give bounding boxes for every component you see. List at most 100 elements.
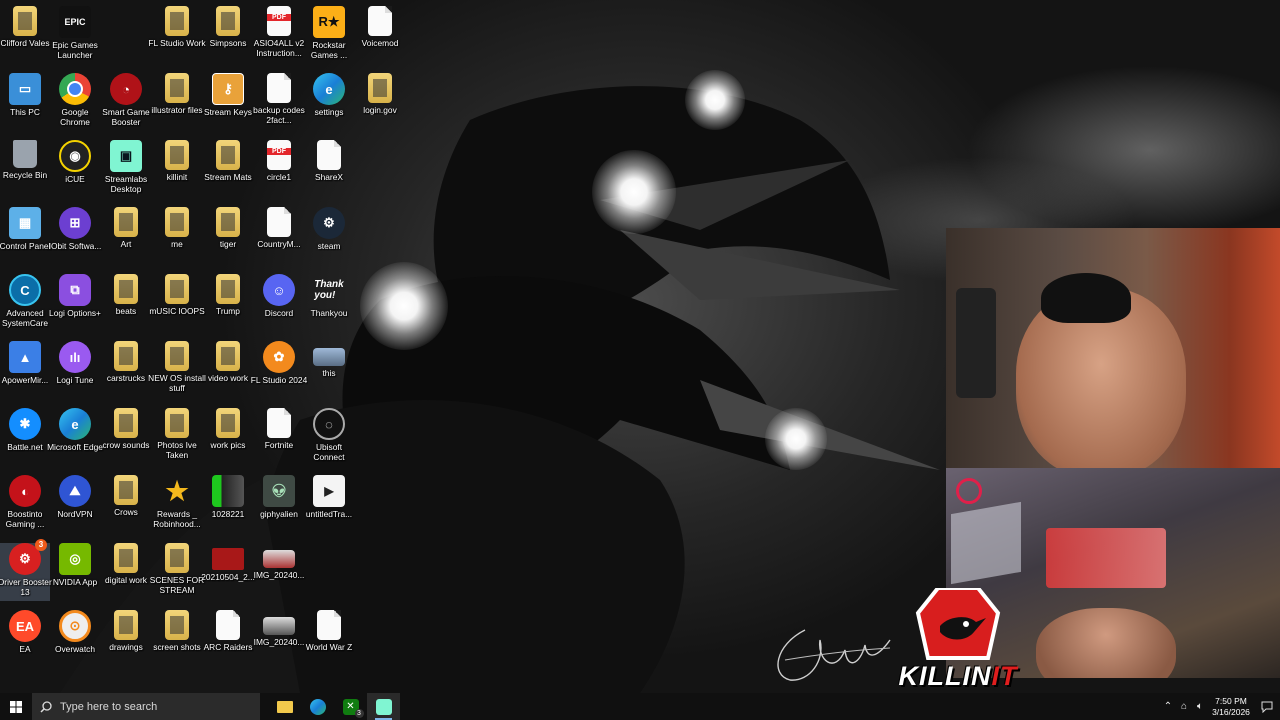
folder-icon bbox=[165, 543, 189, 573]
start-button[interactable] bbox=[0, 693, 32, 720]
taskbar-edge[interactable] bbox=[301, 693, 334, 720]
desktop-icon-tiger[interactable]: tiger bbox=[203, 207, 253, 273]
desktop-icon-fl-studio-2024[interactable]: ✿ FL Studio 2024 bbox=[251, 341, 307, 407]
desktop-icon-nvidia-app[interactable]: ◎ NVIDIA App bbox=[50, 543, 100, 609]
desktop-icon-scenes-for-stream[interactable]: SCENES FOR STREAM bbox=[150, 543, 204, 609]
battlenet-icon: ✱ bbox=[9, 408, 41, 440]
desktop-icon-settings[interactable]: e settings bbox=[304, 73, 354, 139]
volume-icon[interactable]: 🔈︎ bbox=[1192, 701, 1208, 712]
image-file-icon bbox=[212, 475, 244, 507]
desktop-icon-boostinto-gaming[interactable]: ◐ Boostinto Gaming ... bbox=[0, 475, 50, 541]
desktop-icon-asio4all[interactable]: PDF ASIO4ALL v2 Instruction... bbox=[254, 6, 304, 72]
desktop-icon-this[interactable]: this bbox=[304, 341, 354, 407]
desktop-icon-backup-codes[interactable]: backup codes 2fact... bbox=[253, 73, 305, 139]
pdf-icon: PDF bbox=[267, 6, 291, 36]
desktop-icon-logi-options[interactable]: ⧉ Logi Options+ bbox=[49, 274, 101, 340]
desktop-icon-google-chrome[interactable]: Google Chrome bbox=[50, 73, 100, 139]
notification-center-button[interactable] bbox=[1254, 701, 1280, 713]
desktop-icon-nordvpn[interactable]: ⛰ NordVPN bbox=[50, 475, 100, 541]
desktop-icon-ea[interactable]: EA EA bbox=[0, 610, 50, 676]
folder-icon bbox=[114, 610, 138, 640]
desktop-icon-screen-shots[interactable]: screen shots bbox=[152, 610, 202, 676]
desktop-icon-ubisoft-connect[interactable]: ◌ Ubisoft Connect bbox=[304, 408, 354, 474]
desktop-icon-battle-net[interactable]: ✱ Battle.net bbox=[0, 408, 50, 474]
taskbar-xbox[interactable]: ✕ 3 bbox=[334, 693, 367, 720]
desktop-icon-beats[interactable]: beats bbox=[101, 274, 151, 340]
desktop-icon-circle1[interactable]: PDF circle1 bbox=[254, 140, 304, 206]
desktop-icon-clifford-vales[interactable]: Clifford Vales bbox=[0, 6, 50, 72]
desktop-icon-countrym[interactable]: CountryM... bbox=[254, 207, 304, 273]
desktop-icon-carstrucks[interactable]: carstrucks bbox=[101, 341, 151, 407]
desktop-icon-fl-studio-work[interactable]: FL Studio Work bbox=[148, 6, 206, 72]
desktop-icon-iobit-software[interactable]: ⊞ IObit Softwa... bbox=[49, 207, 101, 273]
desktop-icon-giphyalien[interactable]: 👽︎ giphyalien bbox=[254, 475, 304, 541]
taskbar: Type here to search ✕ 3 ⌃ ⌂ 🔈︎ 7:50 PM 3/… bbox=[0, 693, 1280, 720]
desktop-icon-illustrator-files[interactable]: illustrator files bbox=[151, 73, 203, 139]
desktop-icon-me[interactable]: me bbox=[152, 207, 202, 273]
desktop-icon-stream-keys[interactable]: ⚷ Stream Keys bbox=[203, 73, 253, 139]
desktop-icon-1028221[interactable]: 1028221 bbox=[203, 475, 253, 541]
desktop-icon-untitled-track[interactable]: ▶ untitledTra... bbox=[304, 475, 354, 541]
desktop-icon-trump[interactable]: Trump bbox=[203, 274, 253, 340]
desktop-icon-crows[interactable]: Crows bbox=[101, 475, 151, 541]
logo-wordmark: KILLINIT bbox=[878, 661, 1038, 692]
desktop-icon-recycle-bin[interactable]: Recycle Bin bbox=[0, 140, 50, 206]
desktop-icon-logi-tune[interactable]: ılı Logi Tune bbox=[50, 341, 100, 407]
star-icon: ★ bbox=[165, 475, 189, 506]
desktop-icon-photos-ive-taken[interactable]: Photos Ive Taken bbox=[152, 408, 202, 474]
desktop-icon-music-loops[interactable]: mUSIC lOOPS bbox=[149, 274, 205, 340]
desktop-icon-sharex[interactable]: ShareX bbox=[304, 140, 354, 206]
taskbar-file-explorer[interactable] bbox=[268, 693, 301, 720]
desktop-icon-drawings[interactable]: drawings bbox=[101, 610, 151, 676]
desktop-icon-img-20240-b[interactable]: IMG_20240... bbox=[254, 610, 304, 676]
folder-icon bbox=[216, 274, 240, 304]
desktop-icon-art[interactable]: Art bbox=[101, 207, 151, 273]
desktop-icon-thankyou[interactable]: Thank you! Thankyou bbox=[304, 274, 354, 340]
desktop-icon-microsoft-edge[interactable]: e Microsoft Edge bbox=[47, 408, 103, 474]
killinit-logo: KILLINIT bbox=[878, 588, 1038, 692]
desktop-icon-simpsons[interactable]: Simpsons bbox=[203, 6, 253, 72]
chevron-up-icon[interactable]: ⌃ bbox=[1160, 701, 1176, 712]
desktop-icon-login-gov[interactable]: login.gov bbox=[355, 73, 405, 139]
microphone-shape bbox=[956, 288, 996, 398]
boost-icon: ◐ bbox=[9, 475, 41, 507]
desktop-icon-rewards-robinhood[interactable]: ★ Rewards _ Robinhood... bbox=[152, 475, 202, 541]
xbox-icon: ✕ 3 bbox=[342, 698, 364, 718]
document-icon bbox=[317, 610, 341, 640]
network-icon[interactable]: ⌂ bbox=[1176, 701, 1192, 712]
desktop-icon-rockstar-games[interactable]: R★ Rockstar Games ... bbox=[304, 6, 354, 72]
taskbar-search-box[interactable]: Type here to search bbox=[32, 693, 260, 720]
desktop-icon-steam[interactable]: ⚙ steam bbox=[304, 207, 354, 273]
desktop-icon-advanced-systemcare[interactable]: C Advanced SystemCare bbox=[0, 274, 50, 340]
desktop-icon-discord[interactable]: ☺ Discord bbox=[254, 274, 304, 340]
desktop-icon-voicemod[interactable]: Voicemod bbox=[355, 6, 405, 72]
folder-icon bbox=[165, 610, 189, 640]
desktop-icon-epic-games[interactable]: EPIC Epic Games Launcher bbox=[50, 6, 100, 72]
glowing-eye bbox=[592, 150, 676, 234]
desktop-icon-world-war-z[interactable]: World War Z bbox=[304, 610, 354, 676]
desktop-icon-smart-game-booster[interactable]: ◔ Smart Game Booster bbox=[101, 73, 151, 139]
desktop-icon-icue[interactable]: ◉ iCUE bbox=[50, 140, 100, 206]
desktop-icon-20210504[interactable]: 20210504_2... bbox=[201, 543, 255, 609]
desktop-icon-img-20240-a[interactable]: IMG_20240... bbox=[254, 543, 304, 609]
desktop-icon-control-panel[interactable]: ▦ Control Panel bbox=[0, 207, 50, 273]
desktop-icon-arc-raiders[interactable]: ARC Raiders bbox=[203, 610, 253, 676]
taskbar-streamlabs[interactable] bbox=[367, 693, 400, 720]
desktop-icon-apowermirror[interactable]: ▲ ApowerMir... bbox=[0, 341, 50, 407]
desktop-icon-fortnite[interactable]: Fortnite bbox=[254, 408, 304, 474]
desktop-icon-digital-work[interactable]: digital work bbox=[101, 543, 151, 609]
desktop-icon-crow-sounds[interactable]: crow sounds bbox=[101, 408, 151, 474]
taskbar-clock[interactable]: 7:50 PM 3/16/2026 bbox=[1208, 696, 1254, 718]
search-icon bbox=[40, 700, 52, 713]
desktop-icon-killinit[interactable]: killinit bbox=[152, 140, 202, 206]
desktop-icon-overwatch[interactable]: ⊙ Overwatch bbox=[50, 610, 100, 676]
desktop-icon-streamlabs-desktop[interactable]: ▣ Streamlabs Desktop bbox=[101, 140, 151, 206]
desktop-icon-video-work[interactable]: video work bbox=[203, 341, 253, 407]
desktop-icon-this-pc[interactable]: ▭ This PC bbox=[0, 73, 50, 139]
desktop-icon-work-pics[interactable]: work pics bbox=[203, 408, 253, 474]
desktop-icon-new-os-install-stuff[interactable]: NEW OS install stuff bbox=[148, 341, 206, 407]
desktop-icon-stream-mats[interactable]: Stream Mats bbox=[203, 140, 253, 206]
desktop-icon-driver-booster[interactable]: ⚙ 3 Driver Booster 13 bbox=[0, 539, 52, 601]
image-file-icon bbox=[263, 550, 295, 568]
folder-icon bbox=[114, 207, 138, 237]
